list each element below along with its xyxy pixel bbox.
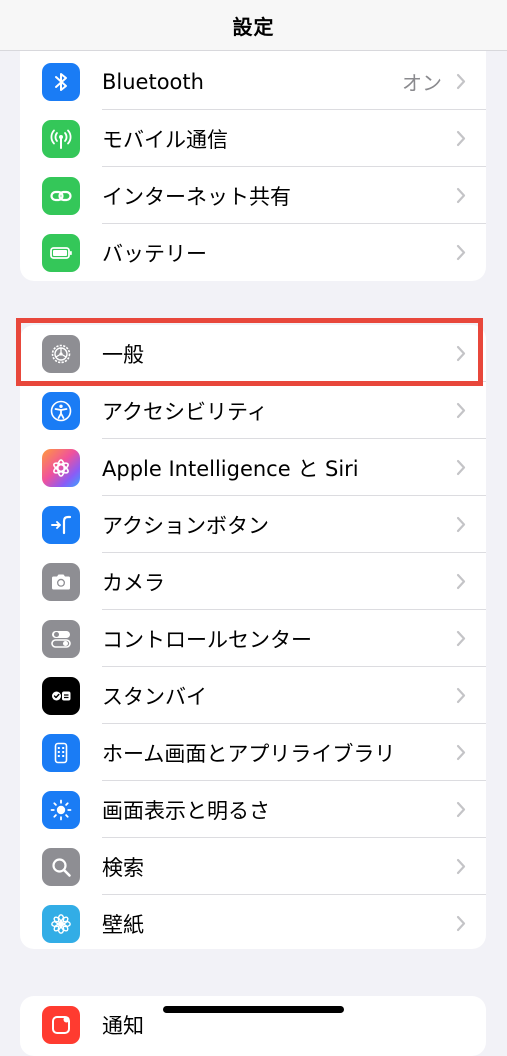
- standby-icon: [42, 676, 80, 715]
- flower-icon: [42, 904, 80, 943]
- chevron-right-icon: [456, 516, 466, 533]
- settings-row-camera[interactable]: カメラ: [20, 553, 486, 610]
- row-label: モバイル通信: [102, 127, 228, 152]
- settings-row-battery[interactable]: バッテリー: [20, 224, 486, 281]
- apple-intelligence-icon: [42, 448, 80, 487]
- phone-grid-icon: [42, 733, 80, 772]
- chevron-right-icon: [456, 630, 466, 647]
- row-label: 一般: [102, 342, 144, 367]
- magnifier-icon: [42, 847, 80, 886]
- settings-row-mobile-data[interactable]: モバイル通信: [20, 110, 486, 167]
- action-button-icon: [42, 505, 80, 544]
- chevron-right-icon: [456, 573, 466, 590]
- row-label: バッテリー: [102, 241, 207, 266]
- battery-icon: [42, 233, 80, 272]
- chevron-right-icon: [456, 345, 466, 362]
- settings-row-search[interactable]: 検索: [20, 838, 486, 895]
- settings-row-wallpaper[interactable]: 壁紙: [20, 895, 486, 949]
- settings-row-general[interactable]: 一般: [20, 325, 486, 382]
- row-label: 画面表示と明るさ: [102, 798, 270, 823]
- antenna-icon: [42, 119, 80, 158]
- chevron-right-icon: [456, 915, 466, 932]
- row-label: スタンバイ: [102, 684, 207, 709]
- chevron-right-icon: [456, 801, 466, 818]
- row-label: アクセシビリティ: [102, 399, 268, 424]
- row-label: コントロールセンター: [102, 627, 312, 652]
- chevron-right-icon: [456, 402, 466, 419]
- home-indicator: [163, 1006, 344, 1013]
- page-title: 設定: [232, 14, 275, 39]
- chevron-right-icon: [456, 244, 466, 261]
- row-label: ホーム画面とアプリライブラリ: [102, 741, 396, 766]
- bluetooth-icon: [42, 62, 80, 101]
- settings-row-hotspot[interactable]: インターネット共有: [20, 167, 486, 224]
- row-label: インターネット共有: [102, 184, 291, 209]
- settings-row-action-button[interactable]: アクションボタン: [20, 496, 486, 553]
- settings-row-accessibility[interactable]: アクセシビリティ: [20, 382, 486, 439]
- settings-row-notifications[interactable]: 通知: [20, 996, 486, 1053]
- settings-row-apple-intelligence-siri[interactable]: Apple Intelligence と Siri: [20, 439, 486, 496]
- chevron-right-icon: [456, 459, 466, 476]
- notifications-group: 通知: [20, 996, 486, 1056]
- row-label: 通知: [102, 1013, 144, 1038]
- sun-icon: [42, 790, 80, 829]
- settings-row-home-screen[interactable]: ホーム画面とアプリライブラリ: [20, 724, 486, 781]
- toggles-icon: [42, 619, 80, 658]
- notification-icon: [42, 1005, 80, 1044]
- settings-row-display-brightness[interactable]: 画面表示と明るさ: [20, 781, 486, 838]
- chevron-right-icon: [456, 858, 466, 875]
- chevron-right-icon: [456, 130, 466, 147]
- accessibility-icon: [42, 391, 80, 430]
- row-label: アクションボタン: [102, 513, 269, 538]
- chain-link-icon: [42, 176, 80, 215]
- chevron-right-icon: [456, 73, 466, 90]
- row-value: オン: [402, 71, 442, 95]
- navigation-bar: 設定: [0, 0, 507, 51]
- gear-icon: [42, 334, 80, 373]
- row-label: 検索: [102, 855, 144, 880]
- row-label: 壁紙: [102, 912, 144, 937]
- row-label: カメラ: [102, 570, 165, 595]
- chevron-right-icon: [456, 744, 466, 761]
- general-group: 一般 アクセシビリティ Apple Intelligence と Siri アク…: [20, 325, 486, 949]
- settings-row-control-center[interactable]: コントロールセンター: [20, 610, 486, 667]
- row-label: Bluetooth: [102, 69, 204, 94]
- settings-row-standby[interactable]: スタンバイ: [20, 667, 486, 724]
- connectivity-group: Bluetooth オン モバイル通信 インターネット共有 バッテリー: [20, 33, 486, 281]
- settings-row-bluetooth[interactable]: Bluetooth オン: [20, 53, 486, 110]
- camera-icon: [42, 562, 80, 601]
- chevron-right-icon: [456, 687, 466, 704]
- chevron-right-icon: [456, 187, 466, 204]
- row-label: Apple Intelligence と Siri: [102, 456, 359, 481]
